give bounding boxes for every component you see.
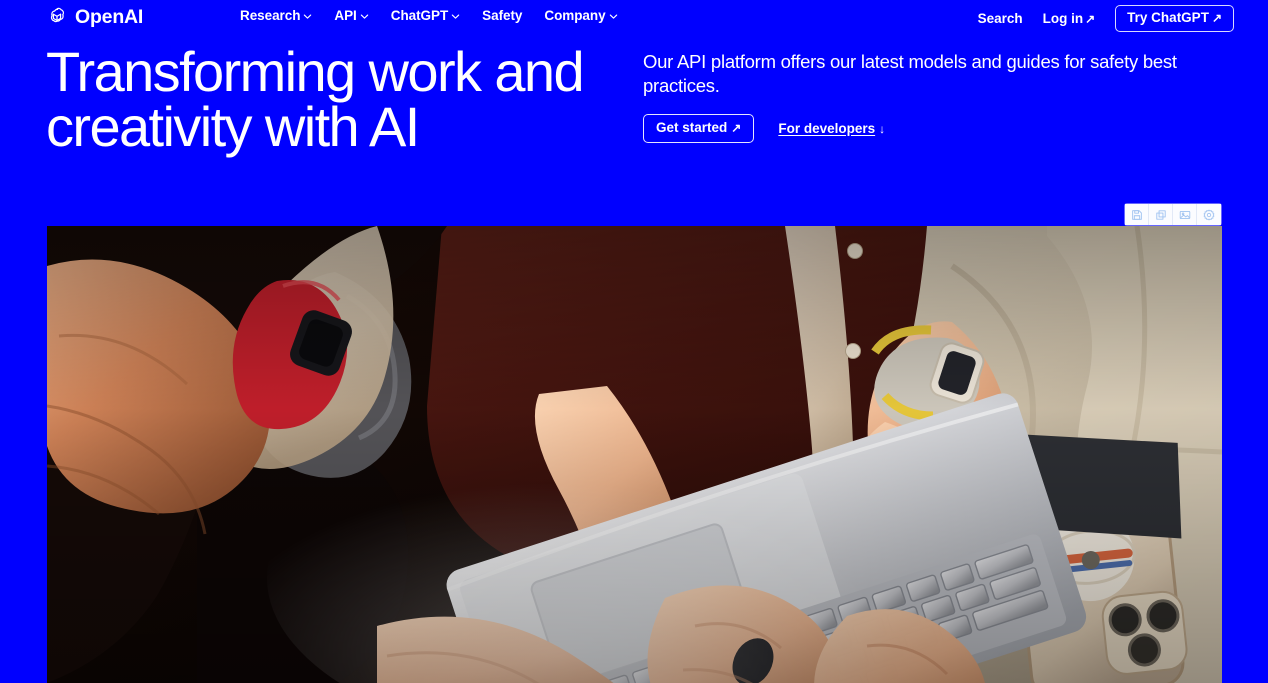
image-icon <box>1179 209 1191 221</box>
copy-button[interactable] <box>1149 204 1173 225</box>
for-developers-label: For developers <box>778 120 876 136</box>
image-button[interactable] <box>1173 204 1197 225</box>
hero-action-row: Get started ↗ For developers ↓ <box>643 114 1218 143</box>
arrow-up-right-icon: ↗ <box>1211 11 1222 25</box>
copy-icon <box>1155 209 1167 221</box>
arrow-up-right-icon: ↗ <box>731 121 742 135</box>
hero-headline: Transforming work and creativity with AI <box>46 40 585 158</box>
settings-button[interactable] <box>1197 204 1221 225</box>
try-chatgpt-button[interactable]: Try ChatGPT ↗ <box>1115 5 1234 32</box>
chevron-down-icon <box>609 12 618 21</box>
chevron-down-icon <box>451 12 460 21</box>
hero-subtitle: Our API platform offers our latest model… <box>643 51 1177 96</box>
nav-item-label: ChatGPT <box>390 8 449 23</box>
nav-item-chatgpt[interactable]: ChatGPT <box>391 7 460 24</box>
image-toolbar <box>1125 204 1221 225</box>
nav-item-label: API <box>334 8 357 23</box>
settings-gear-icon <box>1203 209 1215 221</box>
chevron-down-icon <box>360 12 369 21</box>
hero-photo-illustration <box>47 226 1222 683</box>
nav-item-label: Research <box>240 8 301 23</box>
nav-item-api[interactable]: API <box>334 7 368 24</box>
arrow-down-icon: ↓ <box>879 121 886 136</box>
for-developers-link[interactable]: For developers ↓ <box>778 121 885 137</box>
nav-item-safety[interactable]: Safety <box>482 7 522 24</box>
openai-homepage: OpenAI Research API ChatGPT Safety Compa… <box>0 0 1268 683</box>
arrow-up-right-icon: ↗ <box>1085 11 1096 26</box>
secondary-navigation: Search Log in ↗ Try ChatGPT ↗ <box>978 5 1234 32</box>
primary-navigation: Research API ChatGPT Safety Company <box>240 7 618 24</box>
login-link[interactable]: Log in ↗ <box>1043 10 1096 27</box>
nav-item-label: Safety <box>482 8 523 23</box>
search-button[interactable]: Search <box>978 10 1023 27</box>
try-chatgpt-label: Try ChatGPT <box>1127 10 1209 25</box>
brand-logo-link[interactable]: OpenAI <box>46 4 143 30</box>
hero-image <box>47 226 1222 683</box>
get-started-label: Get started <box>656 120 728 135</box>
save-button[interactable] <box>1125 204 1149 225</box>
nav-item-label: Company <box>544 8 606 23</box>
save-icon <box>1131 209 1143 221</box>
nav-item-research[interactable]: Research <box>240 7 312 24</box>
brand-wordmark: OpenAI <box>75 6 144 28</box>
nav-item-company[interactable]: Company <box>544 7 617 24</box>
hero-right-column: Our API platform offers our latest model… <box>643 50 1218 143</box>
chevron-down-icon <box>303 12 312 21</box>
site-header: OpenAI Research API ChatGPT Safety Compa… <box>0 0 1268 34</box>
openai-blossom-icon <box>46 6 68 28</box>
photo-svg <box>47 226 1222 683</box>
search-label: Search <box>977 11 1023 26</box>
login-label: Log in <box>1042 11 1084 26</box>
get-started-button[interactable]: Get started ↗ <box>643 114 755 143</box>
